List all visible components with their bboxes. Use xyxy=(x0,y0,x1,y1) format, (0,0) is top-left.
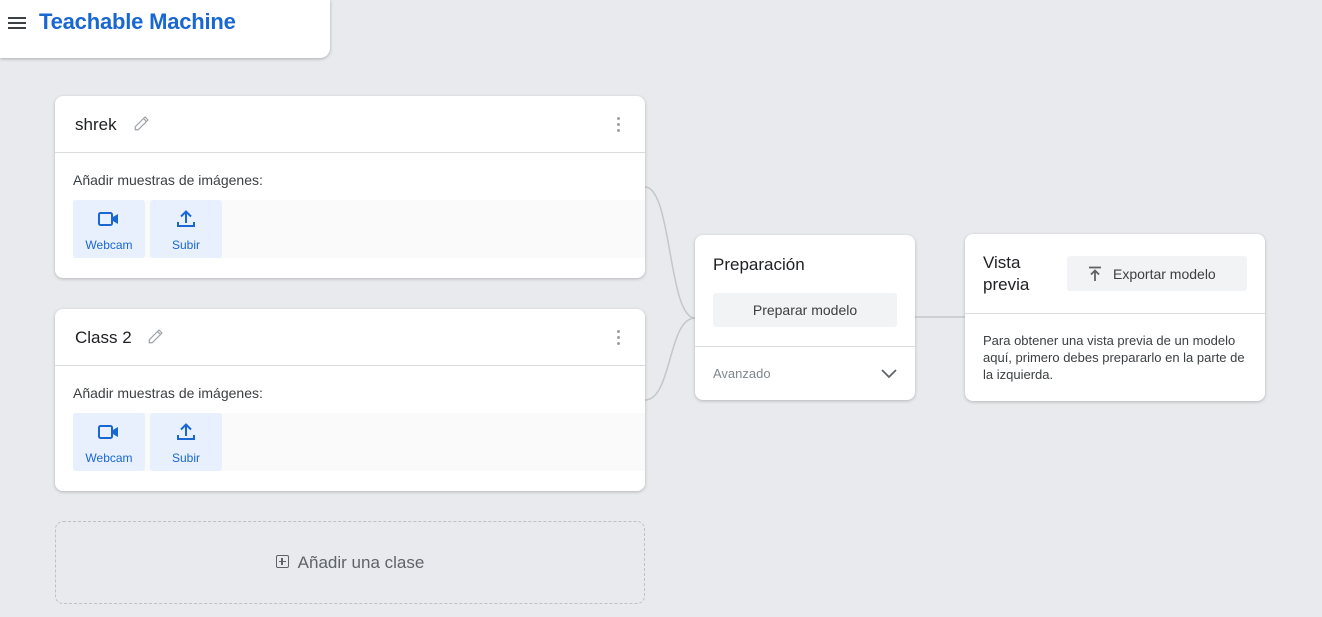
add-box-icon xyxy=(275,555,289,568)
upload-button[interactable]: Subir xyxy=(150,413,222,471)
divider xyxy=(965,313,1265,314)
videocam-icon xyxy=(98,212,118,226)
app-title[interactable]: Teachable Machine xyxy=(39,9,236,35)
more-vert-icon[interactable] xyxy=(615,117,621,135)
export-label: Exportar modelo xyxy=(1113,266,1216,282)
webcam-label: Webcam xyxy=(85,238,133,252)
class-header: shrek xyxy=(55,96,645,153)
export-model-button[interactable]: Exportar modelo xyxy=(1067,256,1247,291)
upload-label: Subir xyxy=(171,451,200,465)
add-samples-label: Añadir muestras de imágenes: xyxy=(73,172,263,188)
webcam-label: Webcam xyxy=(85,451,133,465)
webcam-button[interactable]: Webcam xyxy=(73,413,145,471)
advanced-label: Avanzado xyxy=(713,366,771,381)
class-header: Class 2 xyxy=(55,309,645,366)
pencil-icon[interactable] xyxy=(133,114,151,132)
app-header: Teachable Machine xyxy=(0,0,330,58)
pencil-icon[interactable] xyxy=(147,327,165,345)
upload-icon xyxy=(177,210,195,227)
class-name[interactable]: Class 2 xyxy=(75,328,132,348)
class-name[interactable]: shrek xyxy=(75,115,117,135)
upload-icon xyxy=(177,423,195,440)
preview-message: Para obtener una vista previa de un mode… xyxy=(983,333,1245,382)
train-model-button[interactable]: Preparar modelo xyxy=(713,293,897,327)
advanced-toggle[interactable]: Avanzado xyxy=(695,347,915,400)
upload-label: Subir xyxy=(171,238,200,252)
preview-title-text: Vista previa xyxy=(983,253,1030,294)
videocam-icon xyxy=(98,425,118,439)
training-card: Preparación Preparar modelo Avanzado xyxy=(695,235,915,400)
class-card-1: shrek Añadir muestras de imágenes: Webca… xyxy=(55,96,645,278)
class-card-2: Class 2 Añadir muestras de imágenes: Web… xyxy=(55,309,645,491)
preview-title: Vista previa xyxy=(983,252,1053,296)
training-title: Preparación xyxy=(713,255,805,274)
export-upload-icon xyxy=(1089,266,1101,281)
upload-button[interactable]: Subir xyxy=(150,200,222,258)
add-class-label: Añadir una clase xyxy=(297,553,425,572)
add-class-content: Añadir una clase xyxy=(56,553,644,573)
chevron-down-icon xyxy=(881,369,897,379)
webcam-button[interactable]: Webcam xyxy=(73,200,145,258)
preview-card: Vista previa Exportar modelo Para obtene… xyxy=(965,234,1265,401)
add-samples-label: Añadir muestras de imágenes: xyxy=(73,385,263,401)
hamburger-menu-icon[interactable] xyxy=(8,14,26,30)
samples-area: Webcam Subir xyxy=(73,413,645,471)
more-vert-icon[interactable] xyxy=(615,330,621,348)
add-class-button[interactable]: Añadir una clase xyxy=(55,521,645,604)
samples-area: Webcam Subir xyxy=(73,200,645,258)
